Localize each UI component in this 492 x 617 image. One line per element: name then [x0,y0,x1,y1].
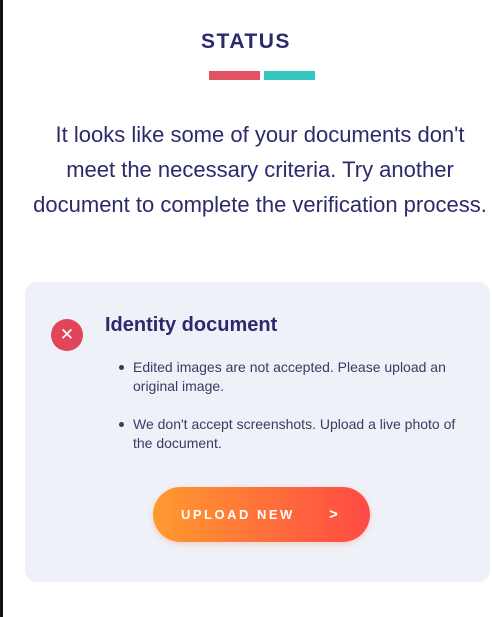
rejection-reasons-list: Edited images are not accepted. Please u… [119,358,478,472]
error-close-icon: ✕ [51,319,83,351]
upload-new-button[interactable]: UPLOAD NEW > [153,487,370,542]
title-underline-teal [264,71,315,80]
identity-document-card: ✕ Identity document Edited images are no… [25,282,490,582]
chevron-right-icon: > [329,506,341,523]
upload-new-label: UPLOAD NEW [181,507,295,522]
card-title: Identity document [105,314,278,336]
page-title: STATUS [201,30,291,53]
rejection-reason: Edited images are not accepted. Please u… [119,358,478,396]
status-message: It looks like some of your documents don… [33,122,487,217]
left-border-line [0,0,3,617]
rejection-reason: We don't accept screenshots. Upload a li… [119,415,478,453]
title-underline [209,71,315,80]
title-underline-red [209,71,260,80]
